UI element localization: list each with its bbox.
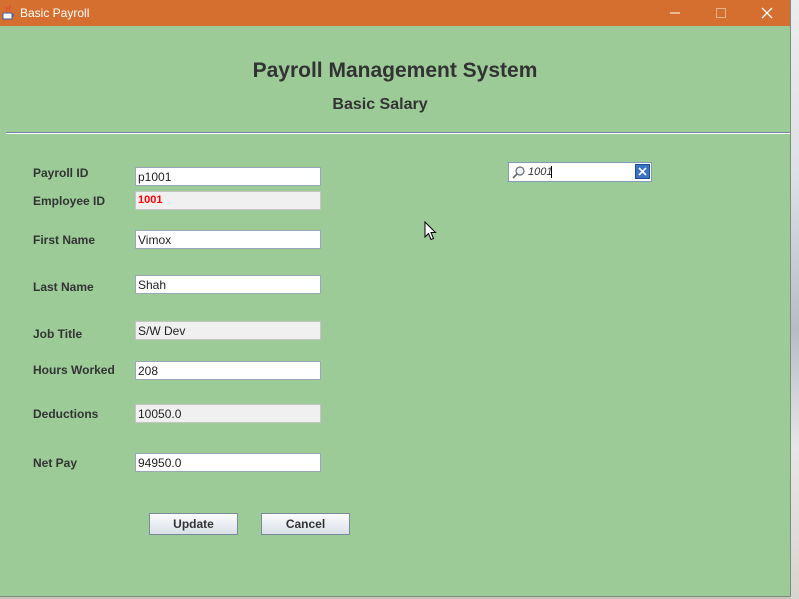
cancel-button[interactable]: Cancel (261, 513, 350, 535)
page-subtitle: Basic Salary (332, 96, 428, 113)
employee-id-field: 1001 (135, 191, 321, 210)
clear-search-button[interactable] (635, 164, 650, 179)
maximize-icon (716, 8, 726, 18)
job-title-label: Job Title (33, 327, 83, 341)
clear-icon (638, 167, 647, 176)
mouse-pointer-icon (424, 221, 437, 241)
minimize-button[interactable] (652, 0, 698, 26)
job-title-field: S/W Dev (135, 321, 321, 340)
last-name-field[interactable]: Shah (135, 275, 321, 294)
first-name-field[interactable]: Vimox (135, 230, 321, 249)
java-app-icon (2, 5, 16, 21)
close-button[interactable] (744, 0, 790, 26)
net-pay-field[interactable]: 94950.0 (135, 453, 321, 472)
text-caret (551, 166, 552, 178)
header-separator (6, 132, 790, 134)
payroll-id-label: Payroll ID (33, 166, 89, 180)
hours-worked-label: Hours Worked (33, 363, 115, 377)
desktop-background (790, 0, 799, 599)
first-name-label: First Name (33, 233, 96, 247)
search-icon (511, 165, 526, 180)
page-title: Payroll Management System (252, 59, 538, 82)
window-title: Basic Payroll (20, 6, 90, 20)
deductions-field: 10050.0 (135, 404, 321, 423)
close-icon (761, 7, 773, 19)
net-pay-label: Net Pay (33, 456, 78, 470)
title-bar[interactable]: Basic Payroll (0, 0, 790, 26)
last-name-label: Last Name (33, 280, 94, 294)
payroll-window: Basic Payroll Payroll Management System … (0, 0, 790, 596)
update-button[interactable]: Update (149, 513, 238, 535)
employee-id-label: Employee ID (33, 194, 106, 208)
payroll-id-field[interactable]: p1001 (135, 167, 321, 186)
minimize-icon (670, 12, 680, 14)
deductions-label: Deductions (33, 407, 99, 421)
maximize-button[interactable] (698, 0, 744, 26)
hours-worked-field[interactable]: 208 (135, 361, 321, 380)
content-panel: Payroll Management System Basic Salary P… (0, 26, 790, 596)
search-input[interactable]: 1001 (508, 162, 652, 182)
search-value: 1001 (528, 166, 553, 178)
